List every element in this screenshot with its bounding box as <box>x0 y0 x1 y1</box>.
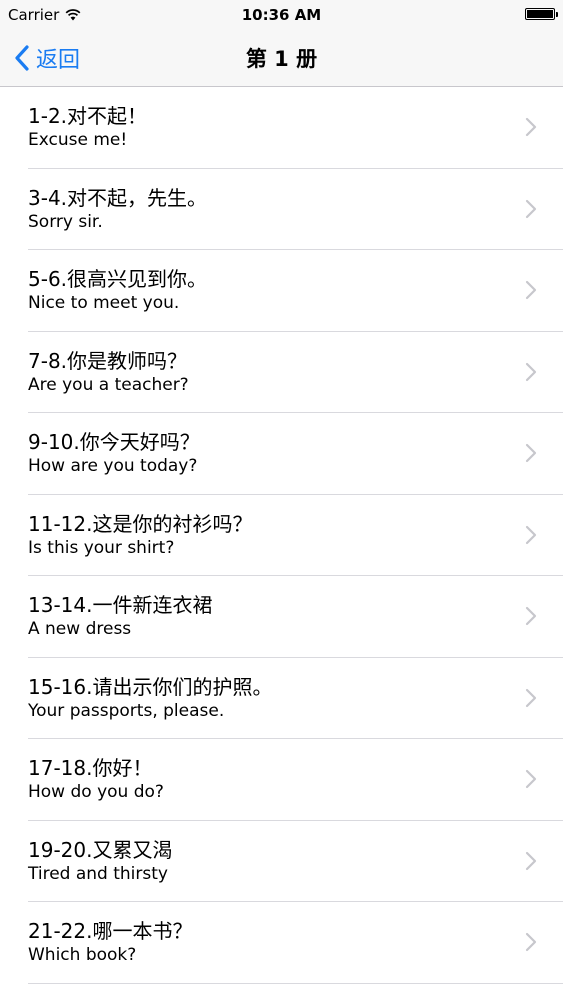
lesson-subtitle: Your passports, please. <box>28 700 225 721</box>
lesson-title: 7-8.你是教师吗？ <box>28 348 188 373</box>
lesson-row[interactable]: 21-22.哪一本书？ Which book? <box>0 902 563 984</box>
battery-icon <box>525 8 558 20</box>
chevron-right-icon <box>525 688 537 707</box>
chevron-right-icon <box>525 525 537 544</box>
lesson-row[interactable]: 11-12.这是你的衬衫吗？ Is this your shirt? <box>0 495 563 577</box>
page-title: 第 1 册 <box>245 47 318 71</box>
lesson-title: 13-14.一件新连衣裙 <box>28 593 213 617</box>
lesson-subtitle: Are you a teacher? <box>28 374 189 395</box>
chevron-right-icon <box>525 851 537 870</box>
chevron-right-icon <box>525 362 537 381</box>
lesson-row[interactable]: 13-14.一件新连衣裙 A new dress <box>0 576 563 658</box>
lesson-row[interactable]: 7-8.你是教师吗？ Are you a teacher? <box>0 332 563 414</box>
chevron-right-icon <box>525 199 537 218</box>
lesson-subtitle: Sorry sir. <box>28 211 103 232</box>
chevron-right-icon <box>525 117 537 137</box>
lesson-title: 5-6.很高兴见到你。 <box>28 267 208 291</box>
lesson-title: 11-12.这是你的衬衫吗？ <box>28 511 253 536</box>
lesson-row[interactable]: 15-16.请出示你们的护照。 Your passports, please. <box>0 658 563 740</box>
status-bar: Carrier 10:36 AM <box>0 0 563 30</box>
lesson-row[interactable]: 5-6.很高兴见到你。 Nice to meet you. <box>0 250 563 332</box>
lesson-subtitle: Excuse me! <box>28 130 128 150</box>
chevron-right-icon <box>525 606 537 626</box>
lesson-title: 9-10.你今天好吗？ <box>28 430 200 454</box>
chevron-right-icon <box>525 932 537 952</box>
lesson-subtitle: Is this your shirt? <box>28 537 175 558</box>
chevron-right-icon <box>525 280 537 300</box>
navigation-bar: 返回 第 1 册 <box>0 30 563 87</box>
lesson-title: 15-16.请出示你们的护照。 <box>28 674 273 699</box>
lesson-subtitle: Tired and thirsty <box>28 863 168 884</box>
lesson-subtitle: How do you do? <box>28 782 164 802</box>
chevron-right-icon <box>525 769 537 789</box>
lesson-subtitle: Nice to meet you. <box>28 293 180 313</box>
lesson-row[interactable]: 3-4.对不起，先生。 Sorry sir. <box>0 169 563 251</box>
battery-level <box>527 10 553 18</box>
lesson-subtitle: Which book? <box>28 945 137 965</box>
lesson-title: 19-20.又累又渴 <box>28 837 173 862</box>
lesson-row[interactable]: 9-10.你今天好吗？ How are you today? <box>0 413 563 495</box>
lesson-list: 1-2.对不起！ Excuse me! 3-4.对不起，先生。 Sorry si… <box>0 87 563 984</box>
lesson-row[interactable]: 19-20.又累又渴 Tired and thirsty <box>0 821 563 903</box>
lesson-title: 3-4.对不起，先生。 <box>28 185 208 210</box>
lesson-row[interactable]: 1-2.对不起！ Excuse me! <box>0 87 563 169</box>
lesson-title: 21-22.哪一本书？ <box>28 919 193 943</box>
lesson-row[interactable]: 17-18.你好！ How do you do? <box>0 739 563 821</box>
chevron-right-icon <box>525 443 537 463</box>
lesson-title: 1-2.对不起！ <box>28 104 148 128</box>
lesson-subtitle: A new dress <box>28 619 132 639</box>
lesson-title: 17-18.你好！ <box>28 756 153 780</box>
lesson-subtitle: How are you today? <box>28 456 198 476</box>
status-time: 10:36 AM <box>241 6 322 24</box>
